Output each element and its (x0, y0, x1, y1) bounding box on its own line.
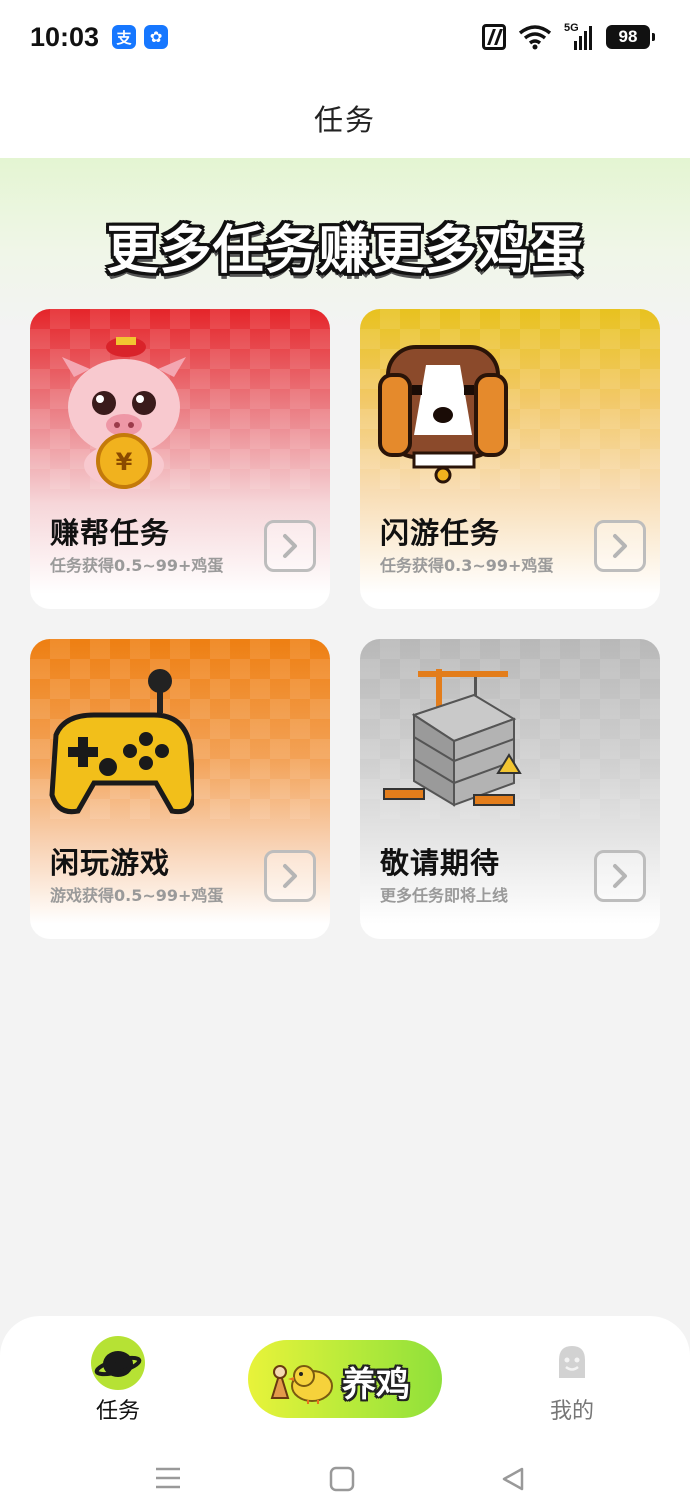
banner-title: 更多任务赚更多鸡蛋 (106, 221, 584, 281)
recent-apps-icon[interactable] (154, 1466, 182, 1490)
nav-mine-label: 我的 (549, 1399, 594, 1424)
chevron-right-icon[interactable] (264, 520, 316, 572)
task-card-shanyou[interactable]: 闪游任务 任务获得0.3~99+鸡蛋 (360, 309, 660, 609)
profile-ghost-icon (559, 1346, 585, 1378)
status-time: 10:03 (30, 22, 100, 52)
svg-text:¥: ¥ (116, 448, 133, 476)
app-notification-icon: ✿ (144, 25, 168, 49)
task-card-zhuanbang[interactable]: ¥ 赚帮任务 任务获得0.5~99+鸡蛋 (30, 309, 330, 609)
nav-tab-mine[interactable]: 我的 (532, 1344, 612, 1426)
task-card-coming-soon[interactable]: 敬请期待 更多任务即将上线 (360, 639, 660, 939)
page-header: 任务 (0, 78, 690, 158)
card-subtitle: 更多任务即将上线 (380, 886, 509, 905)
signal-icon: 5G (564, 22, 594, 50)
card-title: 敬请期待 (380, 846, 501, 880)
home-icon[interactable] (329, 1466, 355, 1492)
nfc-icon (482, 24, 506, 50)
status-bar: 10:03 支 ✿ 5G 98 (0, 0, 690, 78)
chevron-right-icon[interactable] (264, 850, 316, 902)
card-title: 闲玩游戏 (50, 846, 171, 880)
nav-tab-task[interactable]: 任务 (78, 1336, 158, 1426)
alipay-icon: 支 (112, 25, 136, 49)
construction-building-icon (383, 669, 522, 807)
task-card-xianwan[interactable]: 闲玩游戏 游戏获得0.5~99+鸡蛋 (30, 639, 330, 939)
nav-raise-chicken-button[interactable]: 养鸡 (248, 1340, 442, 1418)
card-title: 赚帮任务 (50, 516, 171, 550)
card-subtitle: 任务获得0.3~99+鸡蛋 (380, 556, 554, 575)
card-title: 闪游任务 (380, 516, 501, 550)
back-icon[interactable] (500, 1466, 526, 1492)
task-planet-icon (91, 1336, 145, 1390)
dog-icon (378, 345, 508, 484)
wifi-icon (518, 25, 552, 50)
nav-raise-label: 养鸡 (342, 1365, 410, 1405)
network-type: 5G (564, 22, 579, 34)
chevron-right-icon[interactable] (594, 520, 646, 572)
gamepad-icon (49, 669, 194, 815)
card-subtitle: 游戏获得0.5~99+鸡蛋 (50, 886, 224, 905)
battery-indicator: 98 (606, 25, 655, 49)
chevron-right-icon[interactable] (594, 850, 646, 902)
chicken-icon (270, 1365, 333, 1404)
card-subtitle: 任务获得0.5~99+鸡蛋 (50, 556, 224, 575)
nav-task-label: 任务 (95, 1399, 140, 1424)
page-title: 任务 (313, 103, 376, 137)
pig-coin-icon: ¥ (62, 337, 186, 489)
